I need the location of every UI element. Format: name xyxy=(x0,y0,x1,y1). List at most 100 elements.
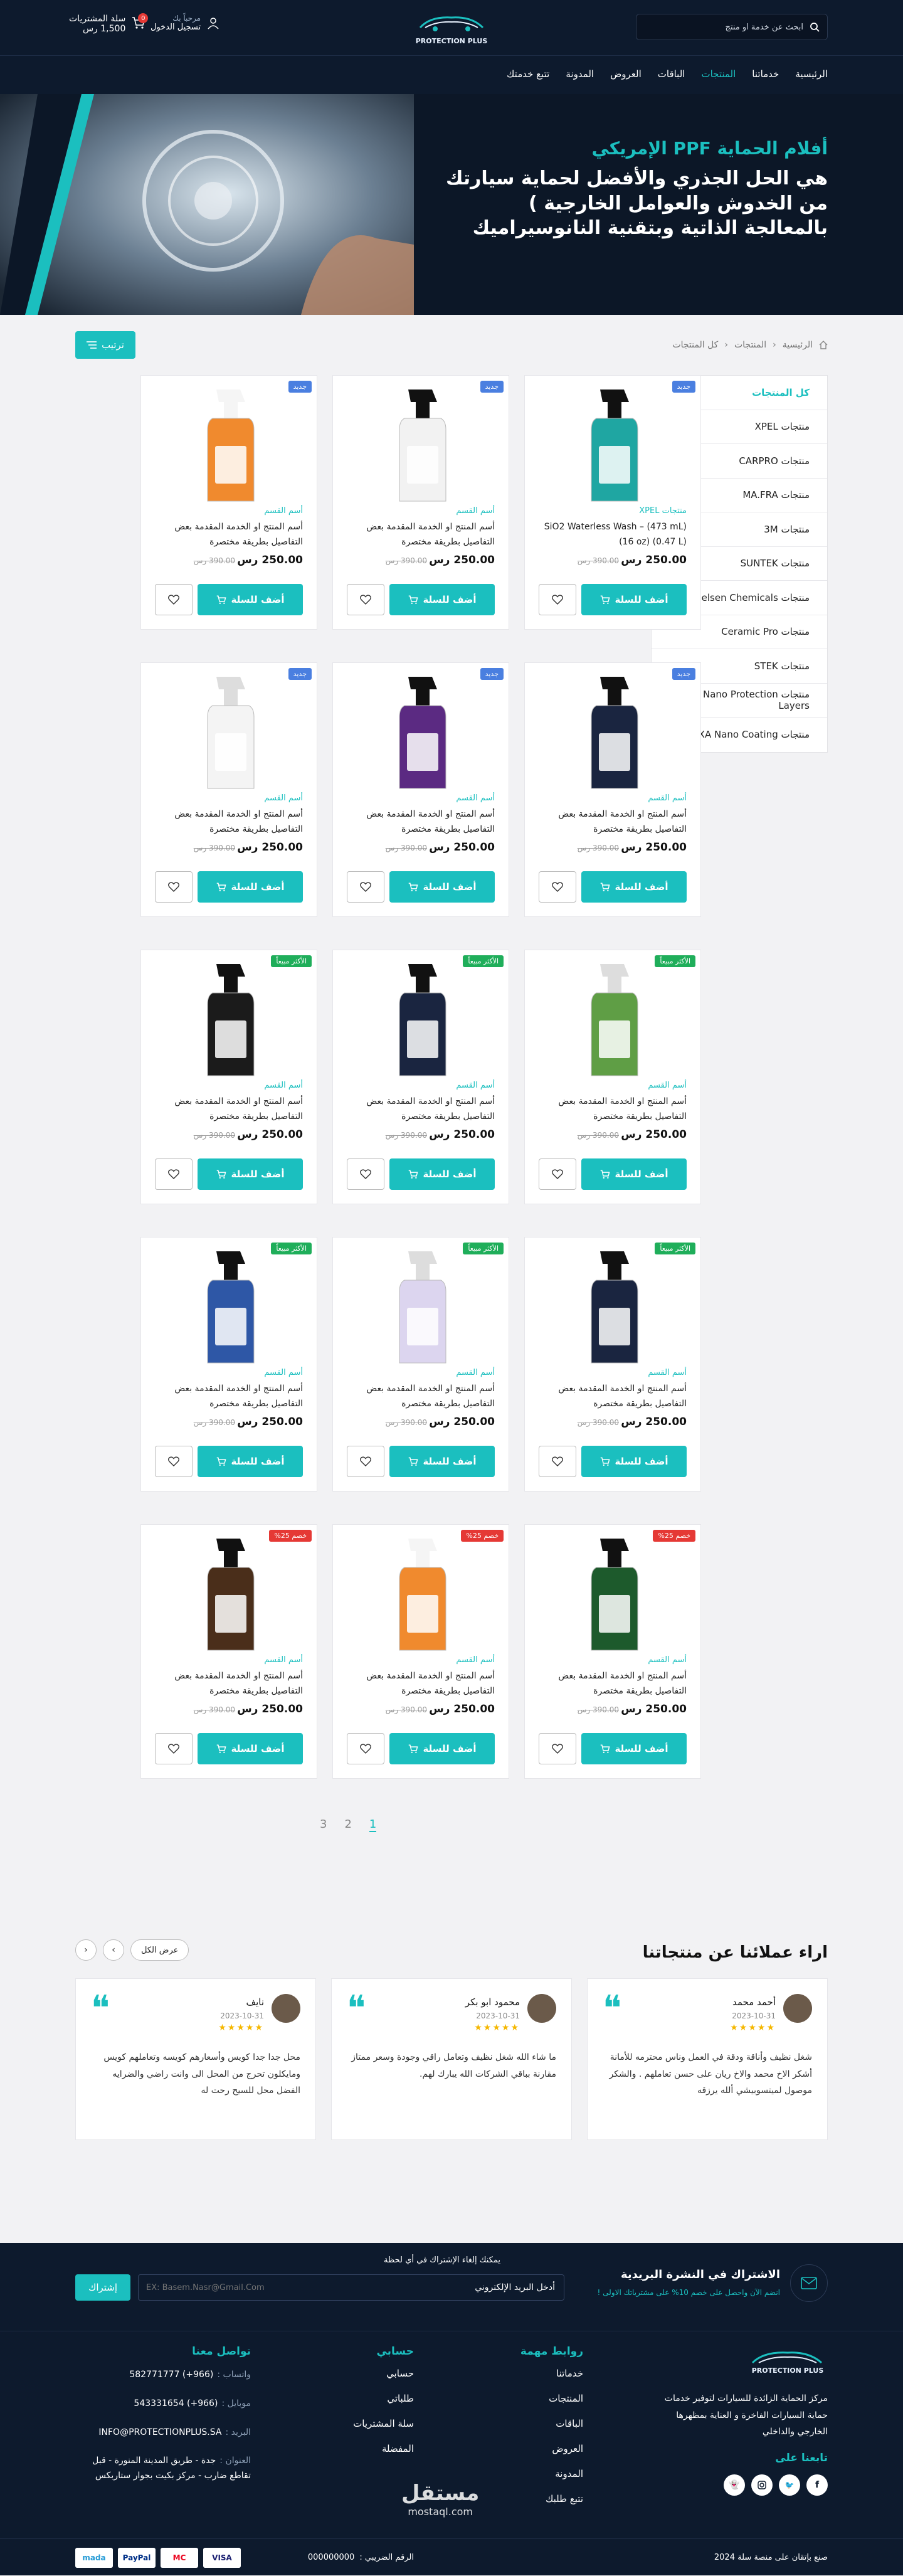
product-image[interactable] xyxy=(550,1245,675,1370)
wishlist-button[interactable] xyxy=(347,1158,384,1190)
product-image[interactable] xyxy=(550,958,675,1083)
wishlist-button[interactable] xyxy=(347,871,384,903)
product-title[interactable]: أسم المنتج او الخدمة المقدمة بعض التفاصي… xyxy=(152,807,303,837)
product-image[interactable] xyxy=(166,671,292,796)
product-card[interactable]: الأكثر مبيعاً أسم القسم أسم المنتج او الخد… xyxy=(140,950,317,1204)
product-card[interactable]: الأكثر مبيعاً أسم القسم أسم المنتج او الخد… xyxy=(524,1237,701,1492)
footer-link[interactable]: تتبع طلبك xyxy=(520,2493,583,2504)
footer-account-link[interactable]: طلباتي xyxy=(353,2393,414,2404)
footer-link[interactable]: الباقات xyxy=(520,2418,583,2429)
product-title[interactable]: أسم المنتج او الخدمة المقدمة بعض التفاصي… xyxy=(344,520,495,550)
product-card[interactable]: جديد أسم القسم أسم المنتج او الخدمة المقدم… xyxy=(332,375,509,630)
product-category[interactable]: أسم القسم xyxy=(264,1081,303,1090)
wishlist-button[interactable] xyxy=(155,871,193,903)
footer-link[interactable]: العروض xyxy=(520,2443,583,2454)
product-category[interactable]: أسم القسم xyxy=(648,793,687,803)
product-image[interactable] xyxy=(550,671,675,796)
product-category[interactable]: أسم القسم xyxy=(648,1081,687,1090)
product-image[interactable] xyxy=(358,671,483,796)
footer-link[interactable]: المدونة xyxy=(520,2468,583,2479)
email-input[interactable] xyxy=(139,2275,467,2300)
product-image[interactable] xyxy=(358,383,483,509)
nav-item[interactable]: تتبع خدمتك xyxy=(507,68,549,80)
wishlist-button[interactable] xyxy=(155,1446,193,1477)
footer-account-link[interactable]: سلة المشتريات xyxy=(353,2418,414,2429)
product-image[interactable] xyxy=(358,1532,483,1658)
product-image[interactable] xyxy=(358,1245,483,1370)
add-to-cart-button[interactable]: أضف للسلة xyxy=(389,1158,495,1190)
contact-value[interactable]: (966+) 582771777 xyxy=(129,2370,213,2380)
add-to-cart-button[interactable]: أضف للسلة xyxy=(198,1158,303,1190)
product-category[interactable]: أسم القسم xyxy=(456,1368,495,1377)
product-card[interactable]: الأكثر مبيعاً أسم القسم أسم المنتج او الخد… xyxy=(332,1237,509,1492)
cart-link[interactable]: 0 سلة المشتريات 1,500 رس xyxy=(69,13,149,34)
add-to-cart-button[interactable]: أضف للسلة xyxy=(198,871,303,903)
wishlist-button[interactable] xyxy=(155,1158,193,1190)
product-title[interactable]: أسم المنتج او الخدمة المقدمة بعض التفاصي… xyxy=(344,1669,495,1699)
nav-item[interactable]: العروض xyxy=(610,68,642,80)
footer-logo[interactable]: PROTECTION PLUS xyxy=(747,2346,828,2375)
product-card[interactable]: جديد أسم القسم أسم المنتج او الخدمة المقدم… xyxy=(524,662,701,917)
product-title[interactable]: أسم المنتج او الخدمة المقدمة بعض التفاصي… xyxy=(344,807,495,837)
chevron-left-icon[interactable]: ‹ xyxy=(75,1939,97,1961)
product-image[interactable] xyxy=(550,1532,675,1658)
wishlist-button[interactable] xyxy=(539,1446,576,1477)
product-image[interactable] xyxy=(166,1245,292,1370)
product-image[interactable] xyxy=(550,383,675,509)
nav-item[interactable]: المنتجات xyxy=(701,68,736,80)
add-to-cart-button[interactable]: أضف للسلة xyxy=(581,584,687,615)
product-card[interactable]: الأكثر مبيعاً أسم القسم أسم المنتج او الخد… xyxy=(524,950,701,1204)
add-to-cart-button[interactable]: أضف للسلة xyxy=(581,871,687,903)
product-category[interactable]: أسم القسم xyxy=(456,1081,495,1090)
wishlist-button[interactable] xyxy=(347,1446,384,1477)
product-image[interactable] xyxy=(358,958,483,1083)
product-title[interactable]: SiO2 Waterless Wash – (473 mL) (16 oz) (… xyxy=(536,520,687,550)
wishlist-button[interactable] xyxy=(347,1733,384,1764)
footer-link[interactable]: المنتجات xyxy=(520,2393,583,2404)
product-title[interactable]: أسم المنتج او الخدمة المقدمة بعض التفاصي… xyxy=(536,1669,687,1699)
product-image[interactable] xyxy=(166,383,292,509)
product-category[interactable]: أسم القسم xyxy=(264,793,303,803)
product-card[interactable]: الأكثر مبيعاً أسم القسم أسم المنتج او الخد… xyxy=(332,950,509,1204)
contact-value[interactable]: (966+) 543331654 xyxy=(134,2398,218,2409)
product-category[interactable]: أسم القسم xyxy=(264,1368,303,1377)
product-category[interactable]: أسم القسم xyxy=(456,793,495,803)
wishlist-button[interactable] xyxy=(539,1733,576,1764)
product-title[interactable]: أسم المنتج او الخدمة المقدمة بعض التفاصي… xyxy=(152,520,303,550)
breadcrumb-products[interactable]: المنتجات xyxy=(734,340,766,350)
nav-item[interactable]: الباقات xyxy=(658,68,685,80)
add-to-cart-button[interactable]: أضف للسلة xyxy=(581,1158,687,1190)
footer-link[interactable]: خدماتنا xyxy=(520,2368,583,2379)
product-card[interactable]: خصم 25% أسم القسم أسم المنتج او الخدمة الم… xyxy=(524,1524,701,1779)
product-image[interactable] xyxy=(166,958,292,1083)
product-card[interactable]: خصم 25% أسم القسم أسم المنتج او الخدمة الم… xyxy=(332,1524,509,1779)
contact-value[interactable]: INFO@PROTECTIONPLUS.SA xyxy=(98,2427,221,2437)
search-box[interactable] xyxy=(636,14,828,40)
product-title[interactable]: أسم المنتج او الخدمة المقدمة بعض التفاصي… xyxy=(344,1382,495,1412)
product-card[interactable]: جديد أسم القسم أسم المنتج او الخدمة المقدم… xyxy=(140,375,317,630)
product-title[interactable]: أسم المنتج او الخدمة المقدمة بعض التفاصي… xyxy=(152,1669,303,1699)
add-to-cart-button[interactable]: أضف للسلة xyxy=(198,584,303,615)
facebook-icon[interactable]: f xyxy=(806,2474,828,2496)
home-icon[interactable] xyxy=(819,341,828,349)
footer-account-link[interactable]: حسابي xyxy=(353,2368,414,2379)
add-to-cart-button[interactable]: أضف للسلة xyxy=(389,584,495,615)
site-logo[interactable]: PROTECTION PLUS xyxy=(411,13,492,45)
add-to-cart-button[interactable]: أضف للسلة xyxy=(581,1446,687,1477)
add-to-cart-button[interactable]: أضف للسلة xyxy=(581,1733,687,1764)
contact-item[interactable]: واتساب : (966+) 582771777 xyxy=(75,2368,251,2383)
page-3[interactable]: 3 xyxy=(320,1818,327,1832)
product-card[interactable]: الأكثر مبيعاً أسم القسم أسم المنتج او الخد… xyxy=(140,1237,317,1492)
wishlist-button[interactable] xyxy=(155,1733,193,1764)
footer-account-link[interactable]: المفضلة xyxy=(353,2443,414,2454)
snapchat-icon[interactable]: 👻 xyxy=(724,2474,745,2496)
product-category[interactable]: منتجات XPEL xyxy=(639,506,687,516)
chevron-right-icon[interactable]: › xyxy=(103,1939,124,1961)
product-category[interactable]: أسم القسم xyxy=(264,506,303,516)
page-2[interactable]: 2 xyxy=(344,1818,351,1832)
add-to-cart-button[interactable]: أضف للسلة xyxy=(198,1446,303,1477)
sort-button[interactable]: ترتيب xyxy=(75,331,135,359)
add-to-cart-button[interactable]: أضف للسلة xyxy=(198,1733,303,1764)
product-title[interactable]: أسم المنتج او الخدمة المقدمة بعض التفاصي… xyxy=(152,1382,303,1412)
product-card[interactable]: خصم 25% أسم القسم أسم المنتج او الخدمة الم… xyxy=(140,1524,317,1779)
